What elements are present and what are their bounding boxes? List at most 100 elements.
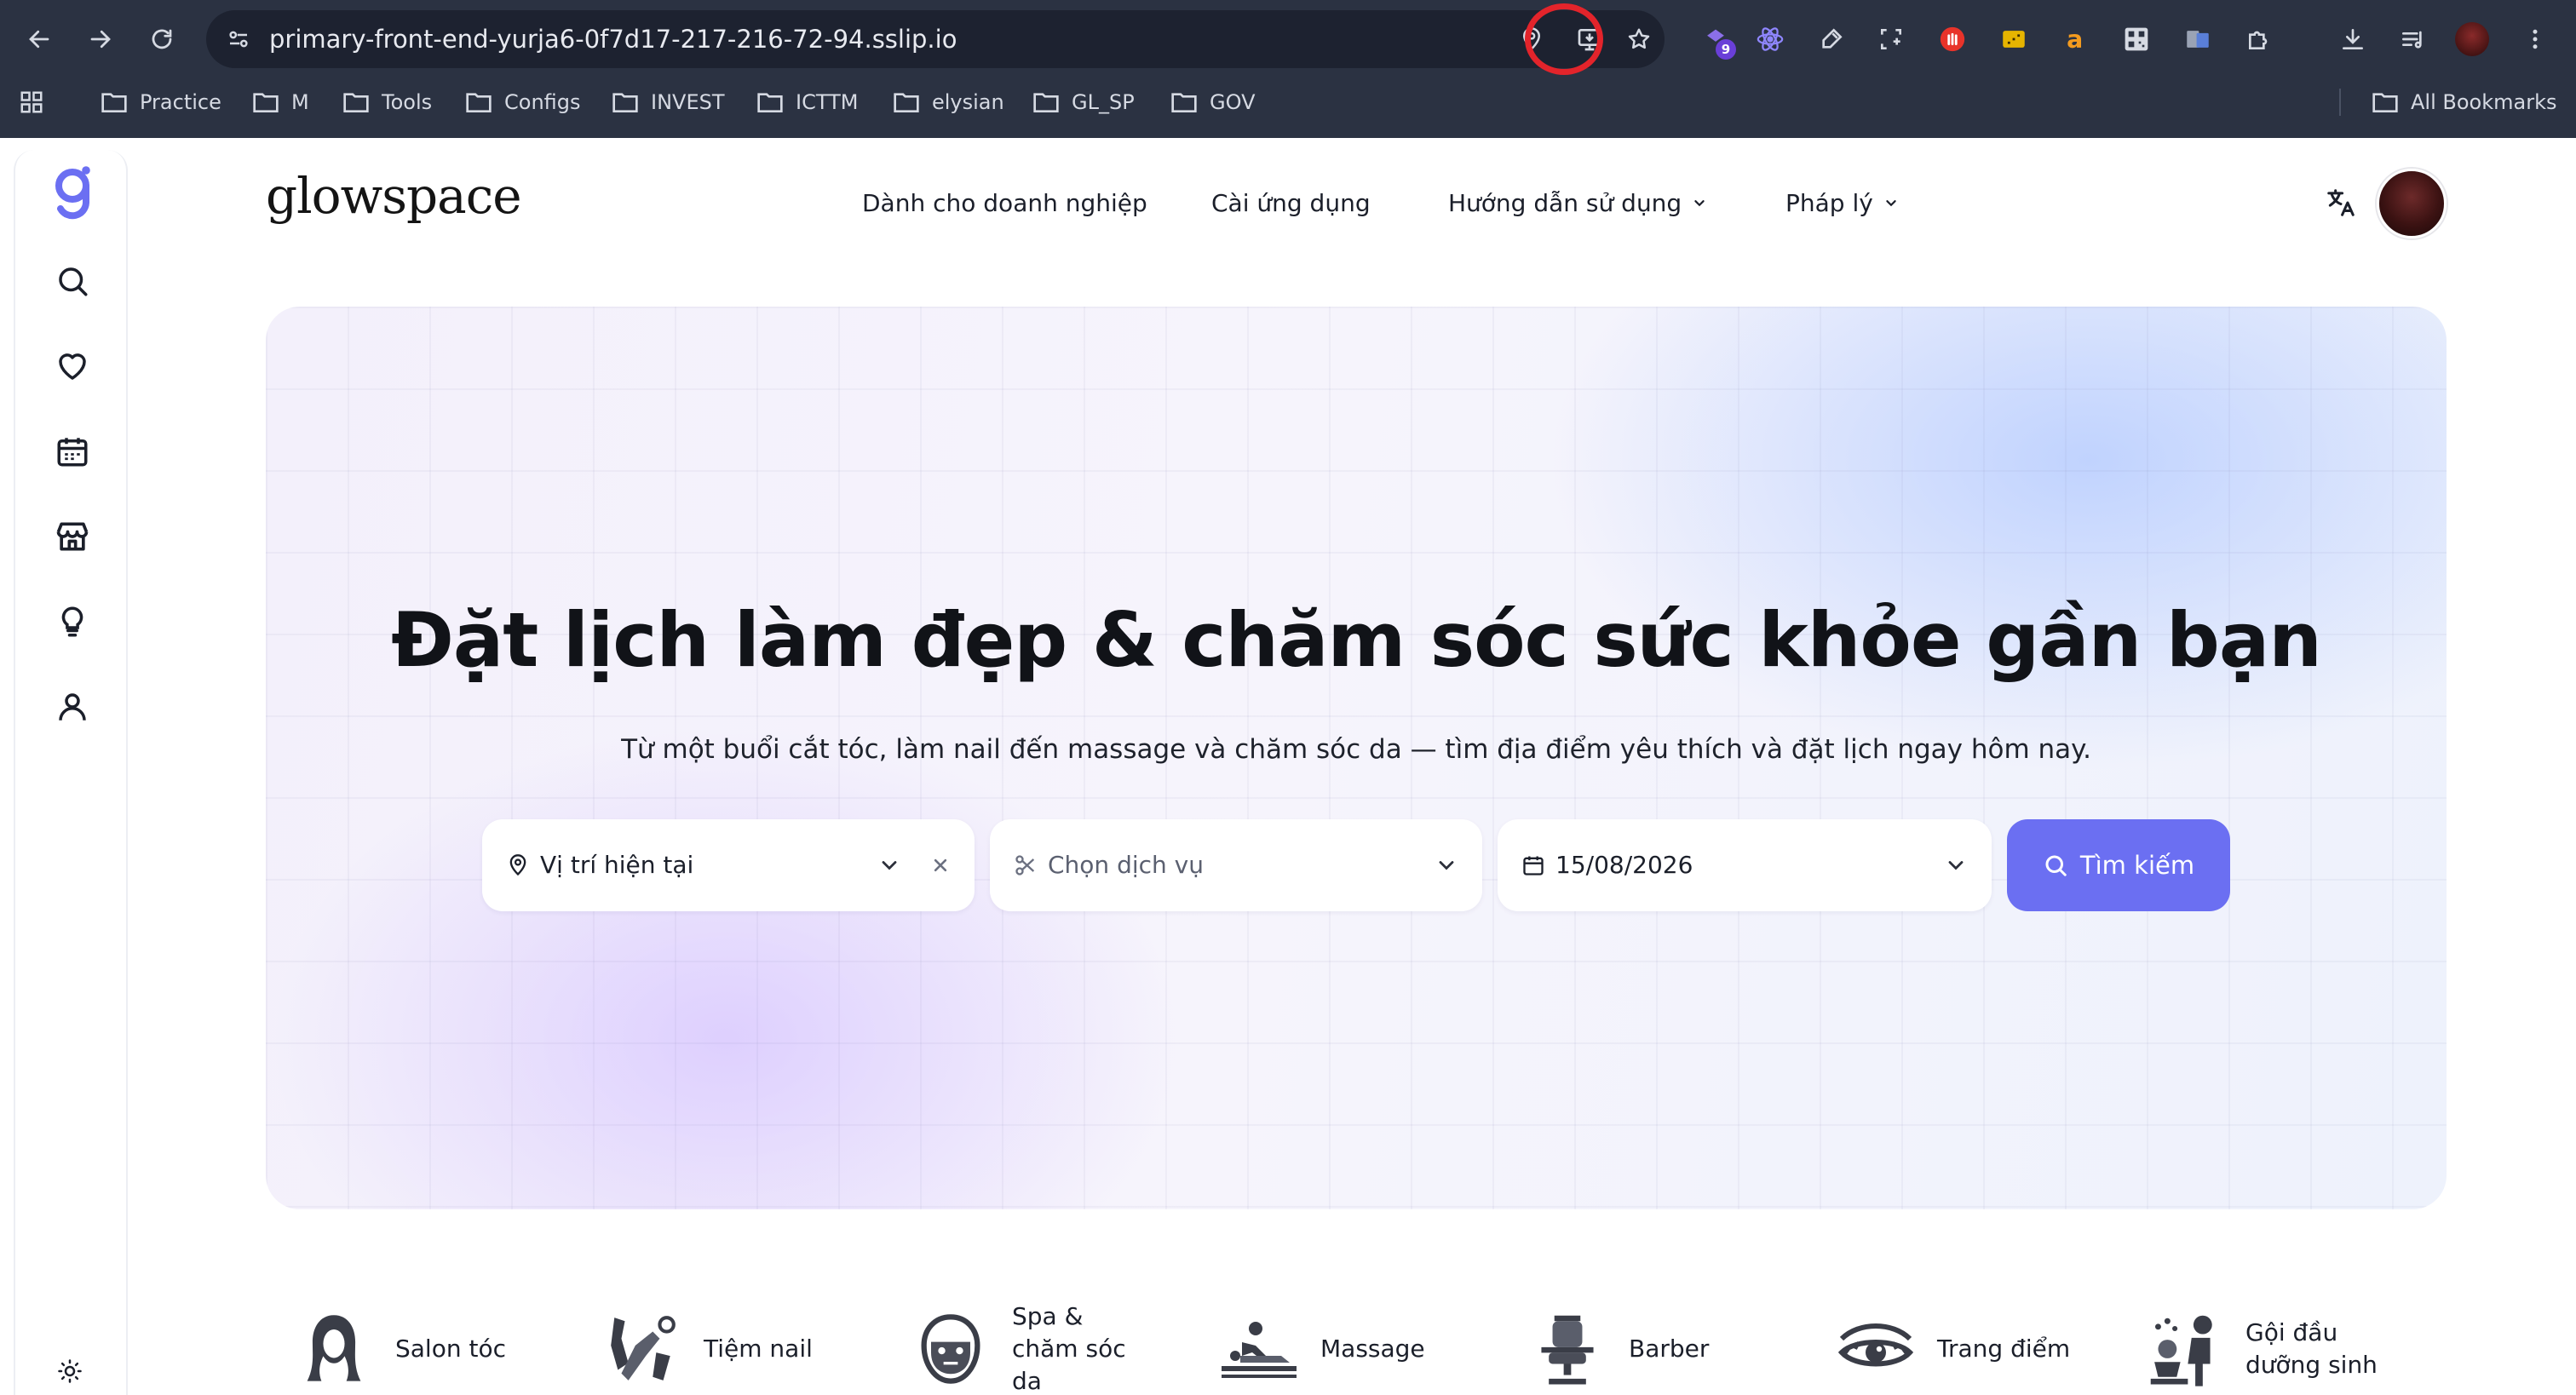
hero-title: Đặt lịch làm đẹp & chăm sóc sức khỏe gần… — [391, 596, 2322, 684]
nav-legal[interactable]: Pháp lý — [1785, 179, 1900, 227]
bookmark-folder[interactable]: Practice — [101, 78, 221, 126]
chevron-down-icon[interactable] — [1435, 853, 1458, 877]
sidebar-item-tips[interactable] — [15, 591, 129, 652]
clear-icon[interactable] — [929, 853, 952, 877]
bookmark-folder[interactable]: elysian — [893, 78, 1004, 126]
chart-box-icon — [2003, 31, 2025, 48]
eyedropper-icon — [1822, 28, 1843, 49]
more-vertical-icon — [2533, 29, 2538, 49]
apps-grid-button[interactable] — [19, 78, 44, 126]
bookmark-folder[interactable]: Tools — [342, 78, 432, 126]
user-icon — [59, 693, 86, 720]
language-button[interactable] — [2319, 181, 2363, 225]
url-text[interactable]: primary-front-end-yurja6-0f7d17-217-216-… — [269, 10, 957, 68]
downloads-button[interactable] — [2331, 17, 2375, 61]
bookmark-folder[interactable]: Configs — [465, 78, 581, 126]
react-devtools-button[interactable] — [1748, 17, 1792, 61]
bookmark-label: Practice — [140, 90, 221, 114]
folder-icon — [343, 93, 369, 112]
chevron-down-icon — [1694, 200, 1705, 207]
forward-button[interactable] — [80, 19, 121, 60]
massage-icon — [1216, 1306, 1302, 1392]
category-label: Spa & chăm sóc da — [1012, 1302, 1126, 1395]
sidebar-item-bookings[interactable] — [15, 421, 129, 482]
bookmark-folder[interactable]: GL_SP — [1032, 78, 1135, 126]
hero-banner: Đặt lịch làm đẹp & chăm sóc sức khỏe gần… — [266, 307, 2447, 1209]
docs-icon — [2187, 31, 2209, 48]
category-spa[interactable]: Spa & chăm sóc da — [908, 1302, 1126, 1395]
browser-menu-button[interactable] — [2513, 17, 2557, 61]
back-button[interactable] — [19, 19, 60, 60]
theme-toggle-button[interactable] — [49, 1351, 90, 1392]
color-picker-button[interactable] — [1809, 17, 1854, 61]
category-head-spa[interactable]: Gội đầu dưỡng sinh — [2142, 1303, 2378, 1395]
sidebar-item-stores[interactable] — [15, 506, 129, 567]
search-button[interactable]: Tìm kiếm — [2007, 819, 2230, 911]
folder-icon — [1171, 93, 1197, 112]
qr-code-button[interactable] — [2114, 17, 2159, 61]
chevron-down-icon[interactable] — [1944, 853, 1968, 877]
barber-chair-icon — [1525, 1306, 1610, 1392]
sidebar-item-favorites[interactable] — [15, 336, 129, 397]
category-massage[interactable]: Massage — [1216, 1303, 1425, 1395]
bookmark-label: GOV — [1210, 90, 1256, 114]
svg-text:a: a — [2067, 26, 2083, 54]
folder-icon — [1033, 93, 1059, 112]
bookmark-label: INVEST — [651, 90, 725, 114]
crop-add-icon — [1881, 29, 1901, 49]
sidebar-item-search[interactable] — [15, 250, 129, 312]
calendar-icon — [57, 438, 88, 467]
media-controls-button[interactable] — [2390, 17, 2435, 61]
bookmark-folder[interactable]: GOV — [1170, 78, 1255, 126]
nail-polish-icon — [600, 1306, 685, 1392]
lightbulb-icon — [61, 606, 83, 637]
extensions-menu-button[interactable] — [2237, 17, 2281, 61]
adblock-button[interactable] — [1930, 17, 1975, 61]
nav-business[interactable]: Dành cho doanh nghiệp — [862, 179, 1147, 227]
folder-icon — [253, 93, 279, 112]
screenshot-button[interactable] — [1869, 17, 1913, 61]
nav-label: Hướng dẫn sử dụng — [1448, 188, 1682, 217]
site-logo[interactable]: glowspace — [266, 167, 522, 225]
nav-install-app[interactable]: Cài ứng dụng — [1211, 179, 1371, 227]
bookmark-folder[interactable]: INVEST — [612, 78, 725, 126]
extension-badge-count: 9 — [1716, 39, 1736, 60]
extension-badge-button[interactable]: 9 — [1693, 17, 1738, 61]
folder-icon — [894, 93, 919, 112]
profile-button[interactable] — [2450, 17, 2494, 61]
date-picker[interactable]: 15/08/2026 — [1498, 819, 1992, 911]
address-bar[interactable]: primary-front-end-yurja6-0f7d17-217-216-… — [206, 10, 1665, 68]
rss-extension-button[interactable] — [1992, 17, 2036, 61]
arrow-right-icon — [90, 30, 111, 49]
sidebar-item-profile[interactable] — [15, 676, 129, 738]
folder-icon — [612, 93, 638, 112]
map-pin-icon — [504, 852, 532, 879]
site-settings-icon[interactable] — [218, 19, 259, 60]
user-avatar[interactable] — [2377, 169, 2447, 238]
service-select[interactable]: Chọn dịch vụ — [990, 819, 1482, 911]
category-barber[interactable]: Barber — [1525, 1303, 1709, 1395]
translate-extension-button[interactable] — [2176, 17, 2220, 61]
bookmark-folder[interactable]: M — [252, 78, 309, 126]
bookmark-folder[interactable]: ICTTM — [756, 78, 858, 126]
category-label: Gội đầu dưỡng sinh — [2245, 1318, 2378, 1379]
nav-label: Dành cho doanh nghiệp — [862, 188, 1147, 217]
category-label: Barber — [1629, 1335, 1710, 1363]
location-field[interactable]: Vị trí hiện tại — [482, 819, 975, 911]
folder-icon — [101, 93, 127, 112]
reload-button[interactable] — [141, 19, 182, 60]
bookmark-star-icon[interactable] — [1619, 19, 1659, 60]
chevron-down-icon[interactable] — [877, 853, 901, 877]
category-salon[interactable]: Salon tóc — [291, 1303, 506, 1395]
all-bookmarks-button[interactable]: All Bookmarks — [2372, 78, 2556, 126]
location-value: Vị trí hiện tại — [540, 851, 694, 879]
category-makeup[interactable]: Trang điểm — [1833, 1303, 2070, 1395]
amazon-extension-button[interactable]: a — [2053, 17, 2097, 61]
download-icon — [2343, 29, 2363, 49]
folder-icon — [2372, 93, 2398, 112]
bookmark-label: elysian — [932, 90, 1004, 114]
nav-user-guide[interactable]: Hướng dẫn sử dụng — [1448, 179, 1709, 227]
category-nail[interactable]: Tiệm nail — [600, 1303, 813, 1395]
browser-chrome: primary-front-end-yurja6-0f7d17-217-216-… — [0, 0, 2576, 138]
sidebar-logo[interactable] — [15, 162, 129, 223]
